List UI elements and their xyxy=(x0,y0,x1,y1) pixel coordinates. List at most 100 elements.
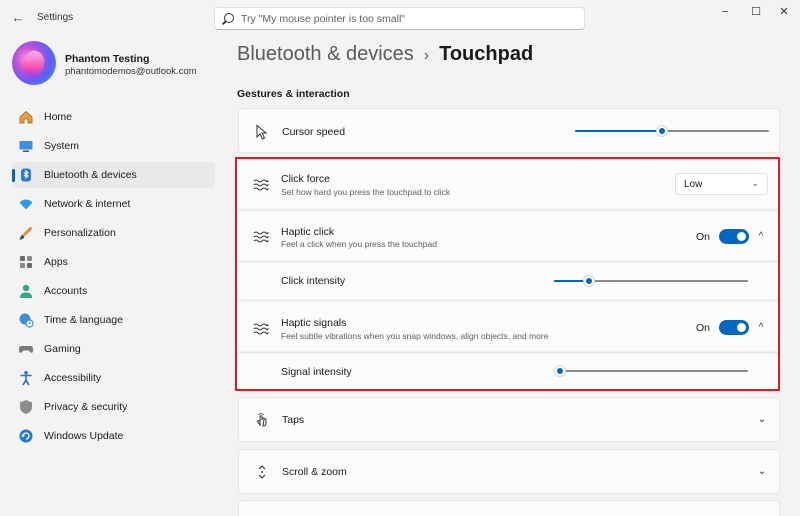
touchpad-wave-icon xyxy=(253,177,269,191)
sidebar-item-windows-update[interactable]: Windows Update xyxy=(12,423,215,449)
apps-icon xyxy=(18,254,34,270)
system-icon xyxy=(18,138,34,154)
home-icon xyxy=(18,109,34,125)
person-icon xyxy=(18,283,34,299)
click-intensity-slider[interactable] xyxy=(554,275,748,287)
chevron-down-icon[interactable]: ⌄ xyxy=(756,414,768,426)
search-input[interactable]: Try "My mouse pointer is too small" xyxy=(241,13,405,25)
chevron-up-icon[interactable]: ^ xyxy=(755,231,767,243)
sidebar-item-label: Gaming xyxy=(44,343,81,355)
sidebar-item-label: System xyxy=(44,140,80,152)
cursor-speed-slider[interactable] xyxy=(575,125,769,137)
sidebar-item-label: Windows Update xyxy=(44,430,124,442)
haptic-signals-state: On xyxy=(696,322,711,334)
profile-name: Phantom Testing xyxy=(65,53,150,65)
update-icon xyxy=(18,428,34,444)
cursor-speed-card: Cursor speed xyxy=(238,108,780,153)
sidebar-item-apps[interactable]: Apps xyxy=(12,249,215,275)
click-force-value: Low xyxy=(684,179,703,190)
click-intensity-label: Click intensity xyxy=(281,275,346,287)
sidebar-item-home[interactable]: Home xyxy=(12,104,215,130)
sidebar-item-label: Network & internet xyxy=(44,198,131,210)
tap-hand-icon xyxy=(254,412,270,427)
title-bar: ← Settings Try "My mouse pointer is too … xyxy=(0,0,800,36)
sidebar-item-privacy-security[interactable]: Privacy & security xyxy=(12,394,215,420)
bluetooth-icon xyxy=(18,167,34,183)
slider-thumb[interactable] xyxy=(656,125,668,137)
page-title: Touchpad xyxy=(439,43,534,65)
breadcrumb: Bluetooth & devices › Touchpad xyxy=(237,43,533,66)
minimize-button[interactable]: − xyxy=(714,4,736,20)
controller-icon xyxy=(18,341,34,357)
cursor-speed-label: Cursor speed xyxy=(282,126,346,138)
sidebar-item-personalization[interactable]: Personalization xyxy=(12,220,215,246)
chevron-down-icon[interactable]: ⌄ xyxy=(756,466,768,478)
divider xyxy=(238,352,780,353)
sidebar-item-label: Apps xyxy=(44,256,68,268)
haptic-signals-description: Feel subtle vibrations when you snap win… xyxy=(281,331,549,341)
sidebar-item-accounts[interactable]: Accounts xyxy=(12,278,215,304)
divider xyxy=(238,261,780,262)
haptic-signals-label: Haptic signals xyxy=(281,317,347,329)
haptic-click-state: On xyxy=(696,231,711,243)
haptic-click-row: Haptic click Feel a click when you press… xyxy=(238,212,780,260)
click-force-row: Click force Set how hard you press the t… xyxy=(238,160,780,208)
touchpad-wave-icon xyxy=(253,229,269,243)
click-force-dropdown[interactable]: Low ⌄ xyxy=(675,173,768,195)
sidebar-item-label: Personalization xyxy=(44,227,116,239)
app-title: Settings xyxy=(37,12,74,23)
divider xyxy=(238,209,780,210)
sidebar-item-time-language[interactable]: Time & language xyxy=(12,307,215,333)
avatar[interactable] xyxy=(12,41,56,85)
sidebar-item-bluetooth-devices[interactable]: Bluetooth & devices xyxy=(12,162,215,188)
slider-thumb[interactable] xyxy=(583,275,595,287)
brush-icon xyxy=(18,225,34,241)
search-box[interactable]: Try "My mouse pointer is too small" xyxy=(214,7,585,30)
sidebar-item-label: Accessibility xyxy=(44,372,102,384)
sidebar-item-label: Bluetooth & devices xyxy=(44,169,137,181)
sidebar-item-network[interactable]: Network & internet xyxy=(12,191,215,217)
next-card-partial[interactable] xyxy=(238,500,780,516)
scroll-zoom-card[interactable]: Scroll & zoom ⌄ xyxy=(238,449,780,494)
breadcrumb-parent[interactable]: Bluetooth & devices xyxy=(237,43,414,65)
sidebar-item-accessibility[interactable]: Accessibility xyxy=(12,365,215,391)
haptic-click-toggle[interactable] xyxy=(719,229,749,244)
scroll-arrows-icon xyxy=(254,464,270,479)
touchpad-wave-icon xyxy=(253,321,269,335)
globe-clock-icon xyxy=(18,312,34,328)
signal-intensity-label: Signal intensity xyxy=(281,366,352,378)
divider xyxy=(238,300,780,301)
profile-email: phantomodemos@outlook.com xyxy=(65,66,197,77)
haptic-signals-toggle[interactable] xyxy=(719,320,749,335)
sidebar-nav: Home System Bluetooth & devices Network … xyxy=(12,104,215,452)
sidebar-item-system[interactable]: System xyxy=(12,133,215,159)
chevron-down-icon: ⌄ xyxy=(751,178,759,188)
haptic-click-description: Feel a click when you press the touchpad xyxy=(281,239,437,249)
sidebar-item-label: Privacy & security xyxy=(44,401,128,413)
sidebar-item-label: Accounts xyxy=(44,285,88,297)
taps-card[interactable]: Taps ⌄ xyxy=(238,397,780,442)
click-force-label: Click force xyxy=(281,173,331,185)
accessibility-icon xyxy=(18,370,34,386)
wifi-icon xyxy=(18,196,34,212)
haptic-click-label: Haptic click xyxy=(281,226,335,238)
sidebar-item-label: Home xyxy=(44,111,73,123)
close-button[interactable]: ✕ xyxy=(773,4,795,20)
section-title: Gestures & interaction xyxy=(237,88,350,100)
signal-intensity-slider[interactable] xyxy=(554,365,748,377)
chevron-up-icon[interactable]: ^ xyxy=(755,322,767,334)
back-arrow-icon[interactable]: ← xyxy=(8,9,28,27)
signal-intensity-row: Signal intensity xyxy=(238,354,780,389)
sidebar-item-gaming[interactable]: Gaming xyxy=(12,336,215,362)
cursor-icon xyxy=(254,124,270,140)
taps-label: Taps xyxy=(282,414,305,426)
maximize-button[interactable]: ☐ xyxy=(745,4,767,20)
slider-fill xyxy=(575,130,662,132)
slider-thumb[interactable] xyxy=(554,365,566,377)
search-icon xyxy=(224,13,234,23)
haptic-signals-row: Haptic signals Feel subtle vibrations wh… xyxy=(238,303,780,351)
shield-icon xyxy=(18,399,34,415)
click-intensity-row: Click intensity xyxy=(238,263,780,299)
breadcrumb-separator: › xyxy=(423,47,430,64)
scroll-zoom-label: Scroll & zoom xyxy=(282,466,347,478)
